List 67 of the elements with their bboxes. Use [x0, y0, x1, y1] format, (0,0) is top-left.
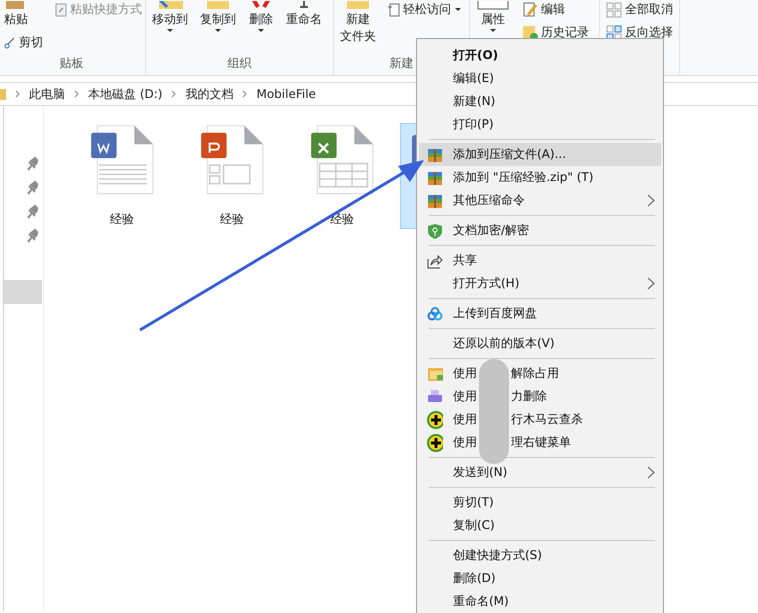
- chevron-icon: [74, 90, 79, 98]
- pin-icon[interactable]: [26, 156, 38, 172]
- breadcrumb[interactable]: 此电脑: [29, 86, 65, 102]
- folder-icon: [205, 1, 231, 11]
- breadcrumb[interactable]: MobileFile: [256, 87, 316, 101]
- archive-icon: [427, 146, 443, 162]
- menu-item[interactable]: 创建快捷方式(S): [419, 544, 661, 567]
- ribbon-button[interactable]: 属性: [474, 0, 512, 34]
- ribbon-button[interactable]: 全部取消: [604, 0, 675, 19]
- menu-item[interactable]: 打印(P): [419, 113, 661, 136]
- chevron-icon: [15, 90, 20, 98]
- ribbon-button[interactable]: 复制到: [198, 0, 238, 34]
- group-label: 新建: [388, 55, 414, 72]
- file-name: 经验: [220, 211, 244, 228]
- menu-item[interactable]: 添加到压缩文件(A)...: [419, 143, 661, 166]
- breadcrumb[interactable]: 我的文档: [185, 86, 234, 102]
- menu-item[interactable]: 编辑(E): [419, 67, 661, 90]
- group-label: 贴板: [58, 55, 84, 72]
- select-none-icon: [606, 2, 622, 18]
- ribbon-button[interactable]: 粘贴: [2, 0, 30, 29]
- menu-item[interactable]: 使用 力删除: [419, 385, 661, 408]
- document-icon: [55, 2, 67, 16]
- breadcrumb[interactable]: 本地磁盘 (D:): [88, 86, 162, 102]
- menu-item[interactable]: 打开(O): [419, 44, 661, 67]
- shredder-icon: [427, 388, 443, 404]
- history-icon: [522, 24, 538, 40]
- ribbon-button[interactable]: 剪切: [2, 33, 45, 52]
- ribbon-button[interactable]: 移动到: [150, 0, 190, 34]
- ribbon-button[interactable]: 轻松访问: [386, 0, 464, 19]
- folder-icon: [345, 1, 371, 11]
- pin-icon[interactable]: [26, 180, 38, 196]
- document-icon: [388, 2, 400, 16]
- archive-icon: [427, 192, 443, 208]
- plus-icon: [427, 410, 443, 428]
- menu-item[interactable]: 删除(D): [419, 567, 661, 590]
- ribbon-button[interactable]: 新建 文件夹: [338, 0, 378, 46]
- pin-icon[interactable]: [26, 204, 38, 220]
- chevron-icon: [171, 90, 176, 98]
- menu-item[interactable]: 发送到(N): [419, 461, 661, 484]
- menu-item[interactable]: 复制(C): [419, 514, 661, 537]
- archive-icon: [427, 170, 443, 186]
- pin-icon[interactable]: [26, 228, 38, 244]
- plus-icon: [427, 434, 443, 452]
- menu-item[interactable]: 新建(N): [419, 90, 661, 113]
- file-name: 经验: [110, 211, 134, 228]
- menu-item[interactable]: 其他压缩命令: [419, 189, 661, 212]
- group-label: 组织: [226, 55, 252, 72]
- ribbon-button[interactable]: 编辑: [520, 0, 567, 19]
- menu-item[interactable]: 剪切(T): [419, 491, 661, 514]
- menu-item[interactable]: 重命名(M): [419, 590, 661, 613]
- chevron-icon: [242, 90, 248, 98]
- ribbon-button[interactable]: 重命名: [284, 0, 324, 29]
- menu-item[interactable]: 打开方式(H): [419, 272, 661, 295]
- menu-item[interactable]: 上传到百度网盘: [419, 302, 661, 325]
- menu-item[interactable]: 共享: [419, 249, 661, 272]
- file-item[interactable]: 经验: [180, 123, 284, 229]
- menu-item[interactable]: 添加到 "压缩经验.zip" (T): [419, 166, 661, 189]
- folder-icon: [427, 366, 443, 382]
- menu-item[interactable]: 文档加密/解密: [419, 219, 661, 242]
- menu-item[interactable]: 还原以前的版本(V): [419, 332, 661, 355]
- folder-icon: [0, 87, 6, 101]
- shield-icon: [427, 222, 443, 238]
- ribbon-button[interactable]: 删除: [246, 0, 276, 34]
- cloud-icon: [427, 306, 443, 320]
- share-icon: [427, 252, 443, 268]
- scissors-icon: [4, 36, 16, 48]
- file-item[interactable]: 经验: [70, 123, 174, 229]
